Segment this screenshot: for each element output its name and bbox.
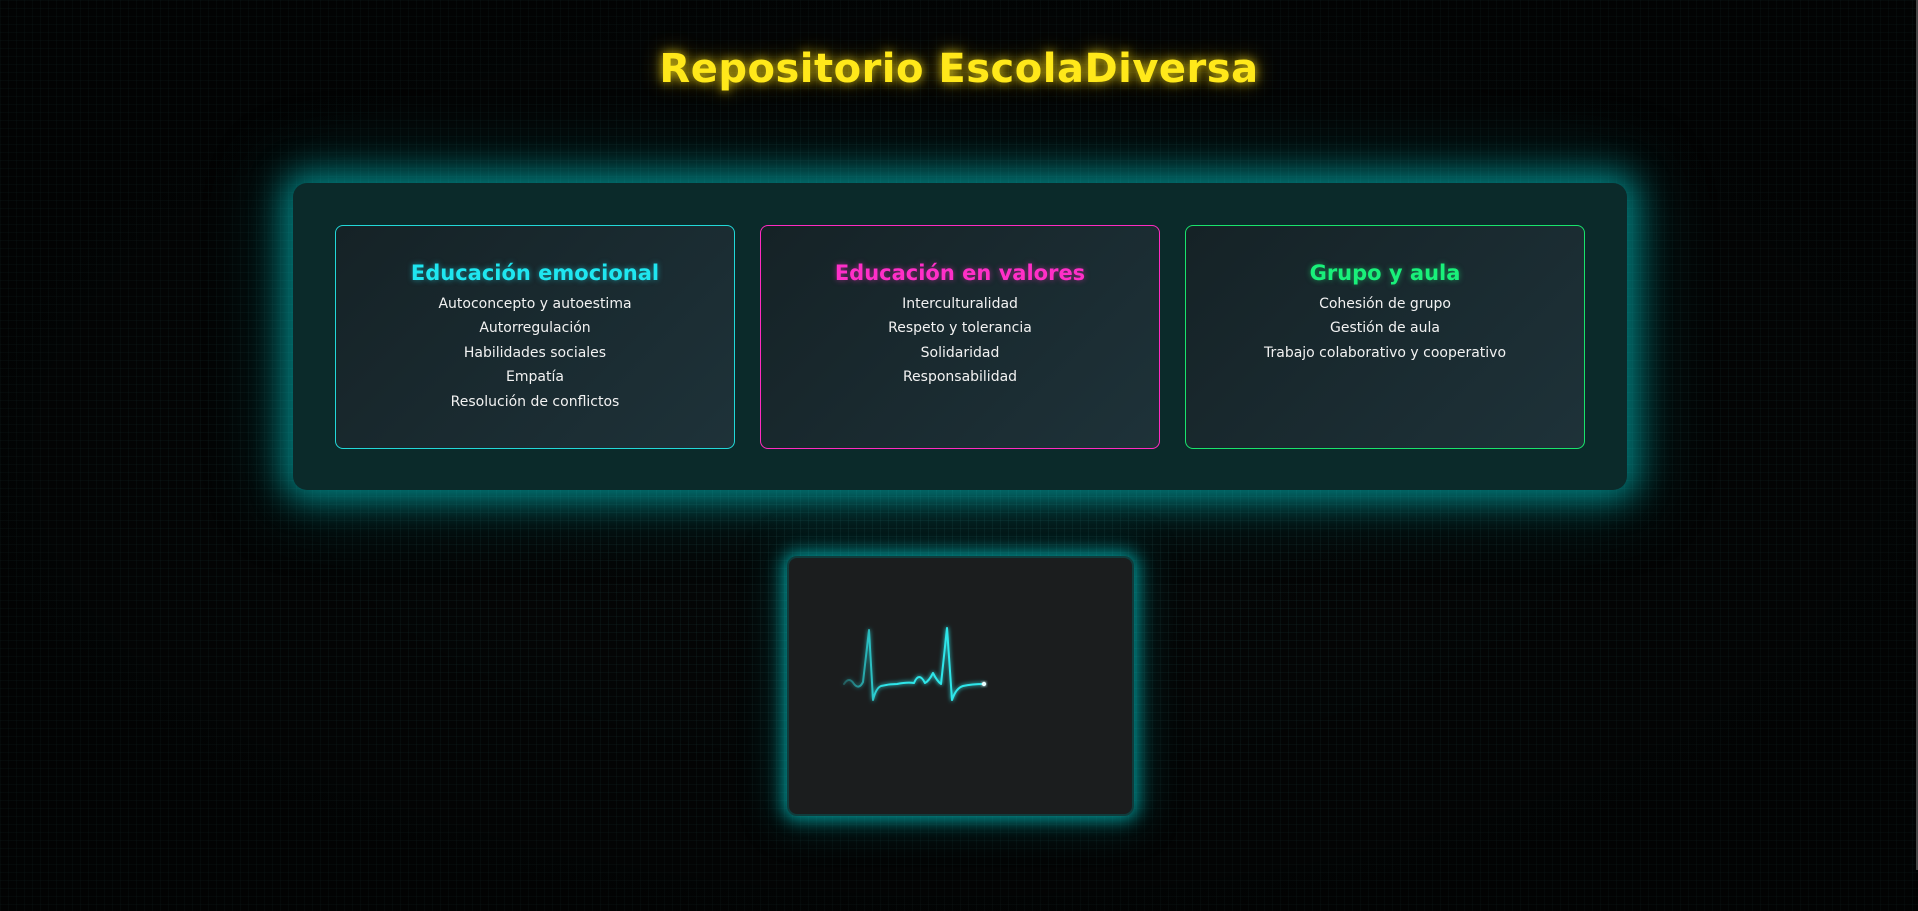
category-item[interactable]: Responsabilidad <box>761 365 1159 389</box>
category-item[interactable]: Interculturalidad <box>761 292 1159 316</box>
categories-panel: Educación emocional Autoconcepto y autoe… <box>293 183 1627 490</box>
category-item[interactable]: Autorregulación <box>336 316 734 340</box>
category-item[interactable]: Solidaridad <box>761 341 1159 365</box>
category-card-valores[interactable]: Educación en valores Interculturalidad R… <box>760 225 1160 449</box>
category-card-emocional[interactable]: Educación emocional Autoconcepto y autoe… <box>335 225 735 449</box>
category-item[interactable]: Cohesión de grupo <box>1186 292 1584 316</box>
category-list-grupo-aula: Cohesión de grupo Gestión de aula Trabaj… <box>1186 292 1584 365</box>
category-card-grupo-aula[interactable]: Grupo y aula Cohesión de grupo Gestión d… <box>1185 225 1585 449</box>
category-title-valores[interactable]: Educación en valores <box>761 259 1159 287</box>
category-title-emocional[interactable]: Educación emocional <box>336 259 734 287</box>
page-title: Repositorio EscolaDiversa <box>659 46 1259 92</box>
category-item[interactable]: Respeto y tolerancia <box>761 316 1159 340</box>
heartbeat-line-icon <box>843 627 987 701</box>
category-list-valores: Interculturalidad Respeto y tolerancia S… <box>761 292 1159 390</box>
category-title-grupo-aula[interactable]: Grupo y aula <box>1186 259 1584 287</box>
category-item[interactable]: Empatía <box>336 365 734 389</box>
category-item[interactable]: Trabajo colaborativo y cooperativo <box>1186 341 1584 365</box>
category-item[interactable]: Resolución de conflictos <box>336 390 734 414</box>
category-item[interactable]: Habilidades sociales <box>336 341 734 365</box>
category-item[interactable]: Autoconcepto y autoestima <box>336 292 734 316</box>
category-list-emocional: Autoconcepto y autoestima Autorregulació… <box>336 292 734 414</box>
heartbeat-monitor <box>787 556 1134 816</box>
category-item[interactable]: Gestión de aula <box>1186 316 1584 340</box>
